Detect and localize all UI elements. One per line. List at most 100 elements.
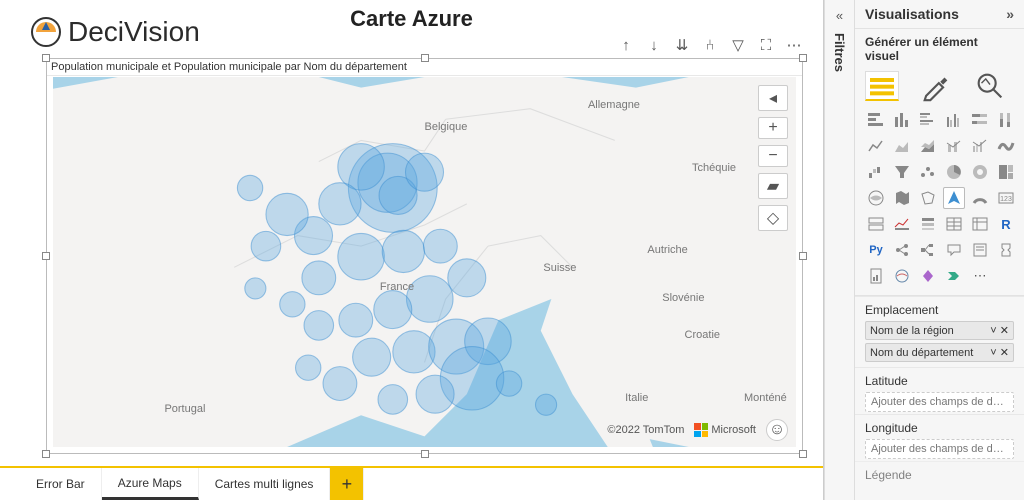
visualizations-pane: Visualisations » Générer un élément visu… xyxy=(854,0,1024,500)
treemap-icon[interactable] xyxy=(995,161,1017,183)
resize-handle[interactable] xyxy=(421,54,429,62)
get-visuals-icon[interactable]: ⋯ xyxy=(969,265,991,287)
automate-icon[interactable] xyxy=(943,265,965,287)
resize-handle[interactable] xyxy=(42,54,50,62)
feedback-icon[interactable]: ☺ xyxy=(766,419,788,441)
format-visual-tab[interactable] xyxy=(919,71,953,101)
pitch-button[interactable]: ▰ xyxy=(758,173,788,199)
map-attribution: ©2022 TomTom Microsoft ☺ xyxy=(607,419,788,441)
filters-pane-collapsed: « Filtres xyxy=(824,0,854,500)
table-icon[interactable] xyxy=(943,213,965,235)
zoom-out-button[interactable]: − xyxy=(758,145,788,167)
donut-icon[interactable] xyxy=(969,161,991,183)
line-clustered-icon[interactable] xyxy=(969,135,991,157)
zoom-in-button[interactable]: + xyxy=(758,117,788,139)
country-label: Tchéquie xyxy=(692,162,736,174)
stacked-column-icon[interactable] xyxy=(891,109,913,131)
resize-handle[interactable] xyxy=(799,252,807,260)
viz-pane-title: Visualisations xyxy=(865,6,959,22)
collapse-pane-icon[interactable]: » xyxy=(1006,6,1014,22)
kpi-icon[interactable] xyxy=(891,213,913,235)
line-stacked-icon[interactable] xyxy=(943,135,965,157)
stacked-area-icon[interactable] xyxy=(917,135,939,157)
expand-filters-icon[interactable]: « xyxy=(836,8,843,23)
latitude-dropzone[interactable]: Ajouter des champs de don... xyxy=(865,392,1014,412)
compass-button[interactable]: ◇ xyxy=(758,205,788,231)
country-label: France xyxy=(380,281,414,293)
drill-down-icon[interactable]: ↓ xyxy=(643,34,665,56)
visual-toolbar: ↑ ↓ ⇊ ⑃ ▽ ⛶ ⋯ xyxy=(615,34,805,56)
field-well-latitude: Latitude xyxy=(865,374,1014,388)
map-collapse-icon[interactable]: ◂ xyxy=(758,85,788,111)
clustered-column-icon[interactable] xyxy=(943,109,965,131)
focus-mode-icon[interactable]: ⛶ xyxy=(755,34,777,56)
narrative-icon[interactable] xyxy=(969,239,991,261)
svg-text:123: 123 xyxy=(1000,196,1012,203)
country-label: Belgique xyxy=(425,121,468,133)
add-page-button[interactable]: + xyxy=(330,468,364,500)
tab-azure-maps[interactable]: Azure Maps xyxy=(102,468,199,500)
clustered-bar-icon[interactable] xyxy=(917,109,939,131)
field-well-emplacement: Emplacement xyxy=(865,303,1014,317)
build-visual-tab[interactable] xyxy=(865,71,899,101)
azure-map[interactable]: France Belgique Allemagne Tchéquie Autri… xyxy=(53,77,796,447)
filters-label[interactable]: Filtres xyxy=(832,33,847,72)
country-label: Allemagne xyxy=(588,99,640,111)
visual-gallery: 123 R Py ⋯ xyxy=(855,101,1024,296)
area-chart-icon[interactable] xyxy=(891,135,913,157)
resize-handle[interactable] xyxy=(42,252,50,260)
resize-handle[interactable] xyxy=(799,450,807,458)
country-label: Suisse xyxy=(543,262,576,274)
more-options-icon[interactable]: ⋯ xyxy=(783,34,805,56)
country-label: Monténé xyxy=(744,392,787,404)
qa-visual-icon[interactable] xyxy=(943,239,965,261)
azure-map-icon[interactable] xyxy=(943,187,965,209)
hundred-column-icon[interactable] xyxy=(995,109,1017,131)
resize-handle[interactable] xyxy=(799,54,807,62)
goals-icon[interactable] xyxy=(995,239,1017,261)
waterfall-icon[interactable] xyxy=(865,161,887,183)
paginated-icon[interactable] xyxy=(865,265,887,287)
tomtom-attrib: ©2022 TomTom xyxy=(607,424,684,436)
resize-handle[interactable] xyxy=(42,450,50,458)
filter-icon[interactable]: ▽ xyxy=(727,34,749,56)
page-title: Carte Azure xyxy=(0,6,823,32)
multi-card-icon[interactable] xyxy=(865,213,887,235)
hierarchy-icon[interactable]: ⑃ xyxy=(699,34,721,56)
shape-map-icon[interactable] xyxy=(917,187,939,209)
analytics-tab[interactable] xyxy=(973,71,1007,101)
python-visual-icon[interactable]: Py xyxy=(865,239,887,261)
expand-down-icon[interactable]: ⇊ xyxy=(671,34,693,56)
field-pill-region[interactable]: Nom de la région˅ ✕ xyxy=(865,321,1014,340)
pie-icon[interactable] xyxy=(943,161,965,183)
map-icon[interactable] xyxy=(865,187,887,209)
drill-up-icon[interactable]: ↑ xyxy=(615,34,637,56)
scatter-icon[interactable] xyxy=(917,161,939,183)
ribbon-chart-icon[interactable] xyxy=(995,135,1017,157)
funnel-icon[interactable] xyxy=(891,161,913,183)
line-chart-icon[interactable] xyxy=(865,135,887,157)
map-visual[interactable]: Population municipale et Population muni… xyxy=(46,58,803,454)
matrix-icon[interactable] xyxy=(969,213,991,235)
slicer-icon[interactable] xyxy=(917,213,939,235)
gauge-icon[interactable] xyxy=(969,187,991,209)
tab-error-bar[interactable]: Error Bar xyxy=(20,468,102,500)
page-tabs: Error Bar Azure Maps Cartes multi lignes… xyxy=(0,466,823,500)
resize-handle[interactable] xyxy=(421,450,429,458)
field-pill-dept[interactable]: Nom du département˅ ✕ xyxy=(865,343,1014,362)
viz-pane-subtitle: Générer un élément visuel xyxy=(855,29,1024,67)
key-influencers-icon[interactable] xyxy=(891,239,913,261)
field-well-longitude: Longitude xyxy=(865,421,1014,435)
country-label: Croatie xyxy=(685,329,720,341)
decomposition-icon[interactable] xyxy=(917,239,939,261)
r-visual-icon[interactable]: R xyxy=(995,213,1017,235)
hundred-bar-icon[interactable] xyxy=(969,109,991,131)
tab-multi-line[interactable]: Cartes multi lignes xyxy=(199,468,331,500)
filled-map-icon[interactable] xyxy=(891,187,913,209)
longitude-dropzone[interactable]: Ajouter des champs de don... xyxy=(865,439,1014,459)
arcgis-icon[interactable] xyxy=(891,265,913,287)
country-label: Portugal xyxy=(164,403,205,415)
stacked-bar-icon[interactable] xyxy=(865,109,887,131)
powerapps-icon[interactable] xyxy=(917,265,939,287)
card-icon[interactable]: 123 xyxy=(995,187,1017,209)
